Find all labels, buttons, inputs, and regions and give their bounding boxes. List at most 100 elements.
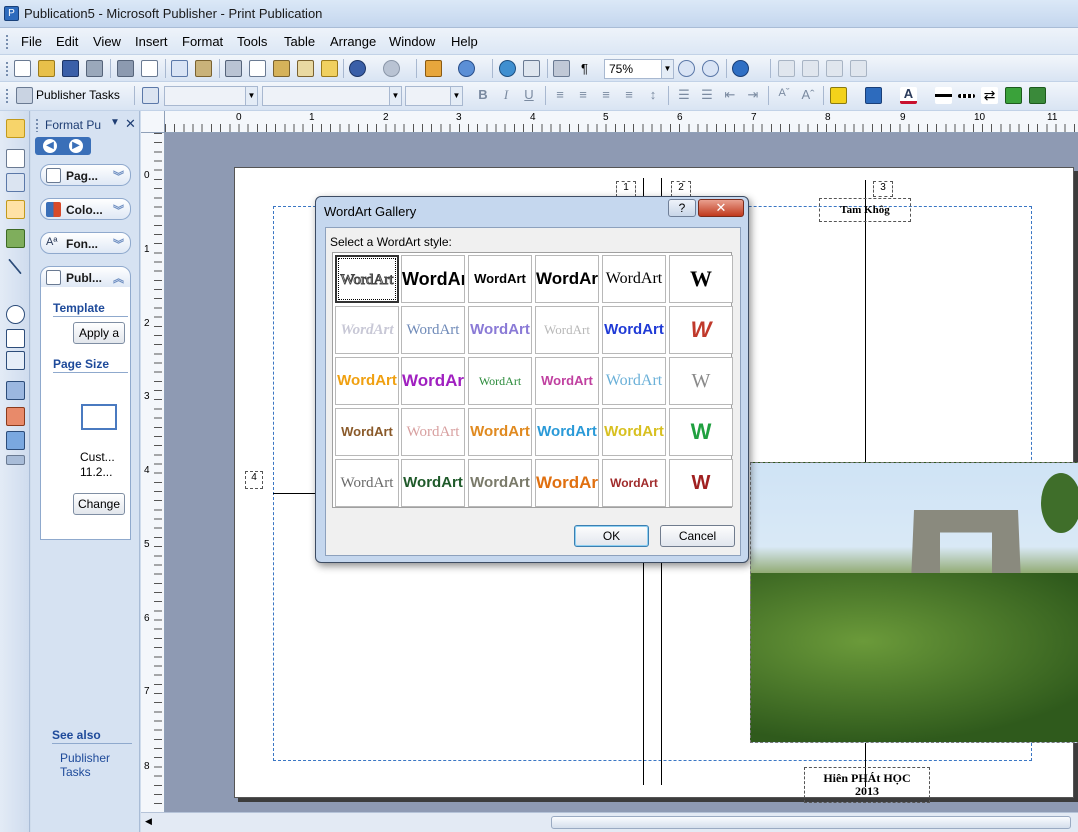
chevron-down-icon[interactable]: ▼ xyxy=(450,87,462,105)
apply-template-button[interactable]: Apply a xyxy=(73,322,125,344)
previous-textbox-icon[interactable] xyxy=(826,60,843,77)
zoom-out-icon[interactable] xyxy=(678,60,695,77)
menu-help[interactable]: Help xyxy=(451,34,478,49)
wordart-style[interactable]: WordArt xyxy=(401,459,465,507)
menu-arrange[interactable]: Arrange xyxy=(330,34,376,49)
text-box-top[interactable]: Tam Khôg xyxy=(819,198,911,222)
menu-table[interactable]: Table xyxy=(284,34,315,49)
see-also-publisher-tasks-link[interactable]: Publisher Tasks xyxy=(60,751,139,779)
paste-icon[interactable] xyxy=(273,60,290,77)
wordart-style[interactable]: WordArt xyxy=(535,408,599,456)
wordart-style[interactable]: WordArt xyxy=(602,408,666,456)
section-pages[interactable]: Pag... ︾ xyxy=(40,164,131,186)
chevron-down-icon[interactable]: ▼ xyxy=(110,117,120,128)
copy-icon[interactable] xyxy=(249,60,266,77)
save-icon[interactable] xyxy=(62,60,79,77)
wordart-style[interactable]: WordArt xyxy=(335,357,399,405)
arrow-style-icon[interactable]: ⇄ xyxy=(981,87,998,104)
print-preview-icon[interactable] xyxy=(117,60,134,77)
menu-view[interactable]: View xyxy=(93,34,121,49)
autoshapes-icon[interactable] xyxy=(6,351,25,370)
italic-icon[interactable]: I xyxy=(497,87,515,105)
wordart-style[interactable]: WordArt xyxy=(535,459,599,507)
text-box-bottom[interactable]: Hiên PHÁt HỌC 2013 xyxy=(804,767,930,803)
wordart-style[interactable]: WordArt xyxy=(468,408,532,456)
shadow-style-icon[interactable] xyxy=(1005,87,1022,104)
pane-grip[interactable] xyxy=(35,118,40,132)
spelling-icon[interactable] xyxy=(171,60,188,77)
rectangle-icon[interactable] xyxy=(6,329,25,348)
wordart-style[interactable]: WordArt xyxy=(535,357,599,405)
break-link-icon[interactable] xyxy=(802,60,819,77)
wordart-style[interactable]: WordArt xyxy=(468,357,532,405)
wordart-style[interactable]: WordArt xyxy=(602,357,666,405)
wordart-style[interactable]: WordArt xyxy=(401,255,465,303)
wordart-style[interactable]: W xyxy=(669,255,733,303)
wordart-style[interactable]: W xyxy=(669,408,733,456)
style-combo[interactable]: ▼ xyxy=(164,86,258,106)
hot-spot-icon[interactable] xyxy=(6,381,25,400)
open-icon[interactable] xyxy=(38,60,55,77)
form-control-icon[interactable] xyxy=(6,407,25,426)
bullets-icon[interactable]: ☰ xyxy=(698,87,716,105)
hyperlink-icon[interactable] xyxy=(499,60,516,77)
back-icon[interactable]: ◀ xyxy=(43,139,57,153)
pilcrow-icon[interactable]: ¶ xyxy=(581,61,588,76)
undo-icon[interactable] xyxy=(349,60,366,77)
wordart-style[interactable]: WordArt xyxy=(401,357,465,405)
menu-tools[interactable]: Tools xyxy=(237,34,267,49)
font-size-combo[interactable]: ▼ xyxy=(405,86,463,106)
next-textbox-icon[interactable] xyxy=(850,60,867,77)
bold-icon[interactable]: B xyxy=(474,87,492,105)
section-font-schemes[interactable]: Aª Fon... ︾ xyxy=(40,232,131,254)
publisher-app-icon[interactable]: P xyxy=(4,6,19,21)
increase-font-icon[interactable]: Aˆ xyxy=(799,87,817,105)
increase-indent-icon[interactable]: ⇥ xyxy=(744,87,762,105)
link-textbox-icon[interactable] xyxy=(778,60,795,77)
toolbar-grip[interactable] xyxy=(5,88,9,103)
zoom-combo[interactable]: 75% ▼ xyxy=(604,59,674,79)
redo-icon[interactable] xyxy=(383,60,400,77)
page-size-thumbnail[interactable] xyxy=(81,404,117,430)
menu-edit[interactable]: Edit xyxy=(56,34,78,49)
ok-button[interactable]: OK xyxy=(574,525,649,547)
design-gallery-icon[interactable] xyxy=(6,431,25,450)
paste-special-icon[interactable] xyxy=(297,60,314,77)
menu-file[interactable]: File xyxy=(21,34,42,49)
line-spacing-icon[interactable]: ↕ xyxy=(644,87,662,105)
wordart-style[interactable]: WordArt xyxy=(602,255,666,303)
menu-grip[interactable] xyxy=(5,34,9,49)
photo-pagoda[interactable] xyxy=(750,462,1078,743)
oval-icon[interactable] xyxy=(6,305,25,324)
decrease-font-icon[interactable]: Aˇ xyxy=(775,87,793,105)
toolbar-grip[interactable] xyxy=(5,61,9,76)
help-icon[interactable] xyxy=(732,60,749,77)
scroll-thumb[interactable] xyxy=(551,816,1071,829)
line-icon[interactable] xyxy=(8,258,22,275)
wordart-style[interactable]: WordArt xyxy=(468,306,532,354)
arrow-icon[interactable] xyxy=(6,281,25,300)
chevron-down-icon[interactable]: ▼ xyxy=(661,60,673,78)
table-icon[interactable] xyxy=(6,173,25,192)
font-combo[interactable]: ▼ xyxy=(262,86,402,106)
fill-color-icon[interactable] xyxy=(830,87,847,104)
horizontal-ruler[interactable]: 0 1 2 3 4 5 6 7 8 9 10 11 xyxy=(165,111,1078,133)
text-box-icon[interactable] xyxy=(6,149,25,168)
menu-window[interactable]: Window xyxy=(389,34,435,49)
help-button[interactable]: ? xyxy=(668,199,696,217)
justify-icon[interactable]: ≡ xyxy=(620,87,638,105)
research-icon[interactable] xyxy=(195,60,212,77)
chevron-down-icon[interactable]: ▼ xyxy=(389,87,401,105)
publisher-tasks-button[interactable]: Publisher Tasks xyxy=(36,88,120,102)
close-icon[interactable]: ✕ xyxy=(125,116,136,132)
find-icon[interactable] xyxy=(523,60,540,77)
underline-icon[interactable]: U xyxy=(520,87,538,105)
wordart-style[interactable]: WordArt xyxy=(335,408,399,456)
toolbar-options-icon[interactable] xyxy=(6,455,25,465)
zoom-in-icon[interactable] xyxy=(702,60,719,77)
wordart-style[interactable]: WordArt xyxy=(535,306,599,354)
close-button[interactable]: ✕ xyxy=(698,199,744,217)
section-color-schemes[interactable]: Colo... ︾ xyxy=(40,198,131,220)
wordart-style[interactable]: WordArt xyxy=(535,255,599,303)
wordart-style[interactable]: WordArt xyxy=(335,459,399,507)
